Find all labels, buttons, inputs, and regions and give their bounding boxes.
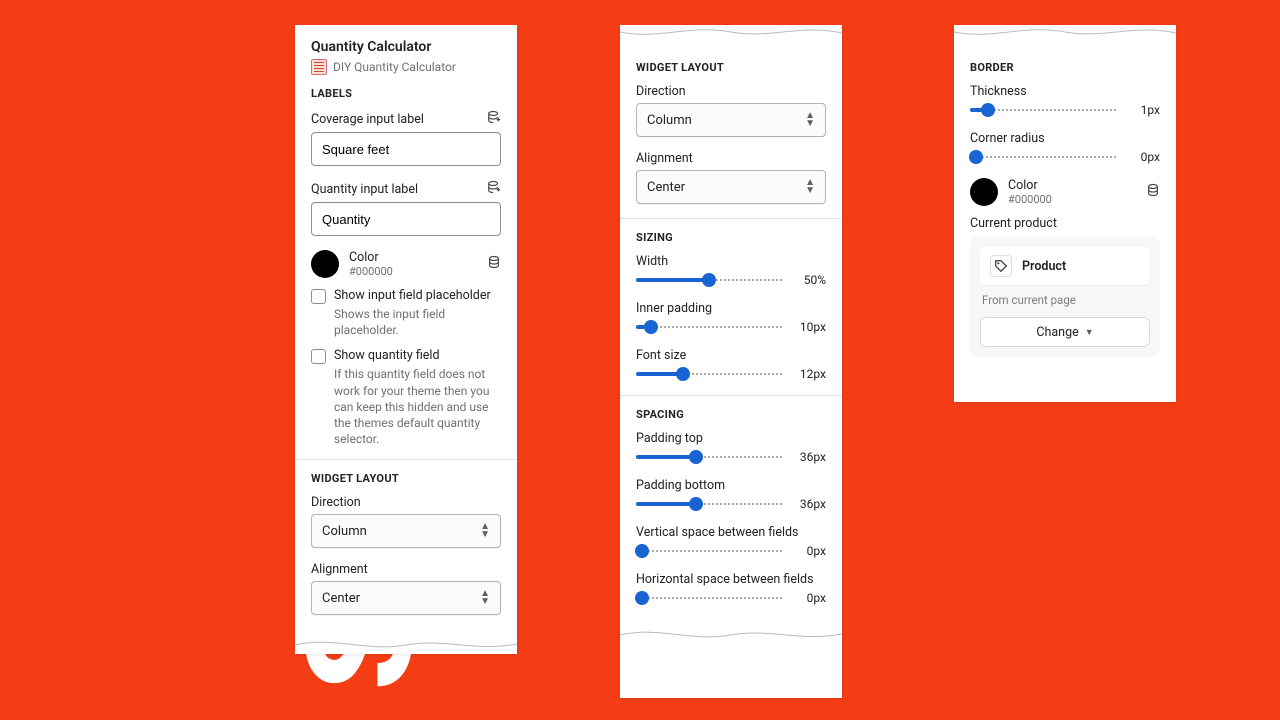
vertical-space-value: 0px	[790, 544, 826, 558]
section-labels: LABELS	[311, 87, 501, 100]
section-border: BORDER	[970, 61, 1160, 74]
inner-padding-value: 10px	[790, 320, 826, 334]
divider	[295, 459, 517, 460]
alignment-value: Center	[322, 591, 360, 606]
dynamic-source-icon[interactable]	[487, 180, 501, 198]
color-picker-row[interactable]: Color #000000	[311, 250, 501, 278]
direction-label: Direction	[311, 495, 501, 510]
product-source-card: Product From current page Change ▼	[970, 237, 1160, 357]
padding-top-value: 36px	[790, 450, 826, 464]
section-widget-layout: WIDGET LAYOUT	[311, 472, 501, 485]
wave-decoration	[295, 637, 517, 651]
thickness-value: 1px	[1124, 103, 1160, 117]
inner-padding-label: Inner padding	[636, 301, 826, 316]
show-quantity-help: If this quantity field does not work for…	[334, 366, 501, 447]
direction-select[interactable]: Column ▲▼	[311, 514, 501, 548]
product-help: From current page	[982, 293, 1148, 307]
direction-select[interactable]: Column ▲▼	[636, 103, 826, 137]
alignment-value: Center	[647, 180, 685, 195]
show-placeholder-checkbox[interactable]: Show input field placeholder	[311, 288, 501, 304]
coverage-label: Coverage input label	[311, 112, 424, 127]
dynamic-source-icon[interactable]	[487, 110, 501, 128]
divider	[620, 395, 842, 396]
show-placeholder-label: Show input field placeholder	[334, 288, 491, 303]
vertical-space-slider[interactable]: Vertical space between fields 0px	[636, 525, 826, 558]
wave-decoration	[620, 25, 842, 39]
coverage-field: Coverage input label	[311, 110, 501, 166]
product-name: Product	[1022, 259, 1066, 274]
product-row: Product	[980, 247, 1150, 285]
font-size-label: Font size	[636, 348, 826, 363]
quantity-field: Quantity input label	[311, 180, 501, 236]
app-icon	[311, 59, 327, 75]
divider	[620, 218, 842, 219]
direction-label: Direction	[636, 84, 826, 99]
chevron-updown-icon: ▲▼	[480, 590, 490, 606]
panel-subtitle: DIY Quantity Calculator	[311, 59, 501, 75]
settings-panel-border: BORDER Thickness 1px Corner radius 0px C…	[954, 25, 1176, 402]
change-button-label: Change	[1036, 325, 1078, 340]
direction-value: Column	[322, 524, 367, 539]
direction-value: Column	[647, 113, 692, 128]
dynamic-source-icon[interactable]	[487, 255, 501, 273]
section-sizing: SIZING	[636, 231, 826, 244]
color-hex: #000000	[349, 265, 393, 278]
chevron-updown-icon: ▲▼	[805, 179, 815, 195]
settings-panel-labels: Quantity Calculator DIY Quantity Calcula…	[295, 25, 517, 654]
color-name: Color	[349, 250, 393, 265]
wave-decoration	[620, 627, 842, 641]
horizontal-space-label: Horizontal space between fields	[636, 572, 826, 587]
border-color-picker[interactable]: Color #000000	[970, 178, 1160, 206]
alignment-label: Alignment	[311, 562, 501, 577]
section-spacing: SPACING	[636, 408, 826, 421]
corner-radius-value: 0px	[1124, 150, 1160, 164]
width-slider[interactable]: Width 50%	[636, 254, 826, 287]
alignment-select[interactable]: Center ▲▼	[311, 581, 501, 615]
padding-top-label: Padding top	[636, 431, 826, 446]
padding-bottom-label: Padding bottom	[636, 478, 826, 493]
padding-top-slider[interactable]: Padding top 36px	[636, 431, 826, 464]
section-widget-layout: WIDGET LAYOUT	[636, 61, 826, 74]
thickness-slider[interactable]: Thickness 1px	[970, 84, 1160, 117]
panel-title: Quantity Calculator	[311, 39, 501, 55]
current-product-label: Current product	[970, 216, 1160, 231]
alignment-label: Alignment	[636, 151, 826, 166]
font-size-value: 12px	[790, 367, 826, 381]
chevron-updown-icon: ▲▼	[480, 523, 490, 539]
color-hex: #000000	[1008, 193, 1052, 206]
dynamic-source-icon[interactable]	[1146, 183, 1160, 201]
quantity-input[interactable]	[311, 202, 501, 236]
checkbox-icon	[311, 349, 326, 364]
font-size-slider[interactable]: Font size 12px	[636, 348, 826, 381]
padding-bottom-slider[interactable]: Padding bottom 36px	[636, 478, 826, 511]
horizontal-space-slider[interactable]: Horizontal space between fields 0px	[636, 572, 826, 605]
settings-panel-layout: WIDGET LAYOUT Direction Column ▲▼ Alignm…	[620, 25, 842, 698]
width-value: 50%	[790, 273, 826, 287]
change-product-button[interactable]: Change ▼	[980, 317, 1150, 347]
checkbox-icon	[311, 289, 326, 304]
color-swatch	[970, 178, 998, 206]
wave-decoration	[954, 25, 1176, 39]
thickness-label: Thickness	[970, 84, 1160, 99]
inner-padding-slider[interactable]: Inner padding 10px	[636, 301, 826, 334]
corner-radius-label: Corner radius	[970, 131, 1160, 146]
chevron-updown-icon: ▲▼	[805, 112, 815, 128]
quantity-label: Quantity input label	[311, 182, 418, 197]
width-label: Width	[636, 254, 826, 269]
corner-radius-slider[interactable]: Corner radius 0px	[970, 131, 1160, 164]
show-quantity-checkbox[interactable]: Show quantity field	[311, 348, 501, 364]
show-placeholder-help: Shows the input field placeholder.	[334, 306, 501, 338]
show-quantity-label: Show quantity field	[334, 348, 440, 363]
alignment-select[interactable]: Center ▲▼	[636, 170, 826, 204]
padding-bottom-value: 36px	[790, 497, 826, 511]
panel-subtitle-text: DIY Quantity Calculator	[333, 60, 456, 74]
chevron-down-icon: ▼	[1085, 327, 1094, 338]
coverage-input[interactable]	[311, 132, 501, 166]
color-swatch	[311, 250, 339, 278]
product-icon	[990, 255, 1012, 277]
vertical-space-label: Vertical space between fields	[636, 525, 826, 540]
horizontal-space-value: 0px	[790, 591, 826, 605]
color-name: Color	[1008, 178, 1052, 193]
